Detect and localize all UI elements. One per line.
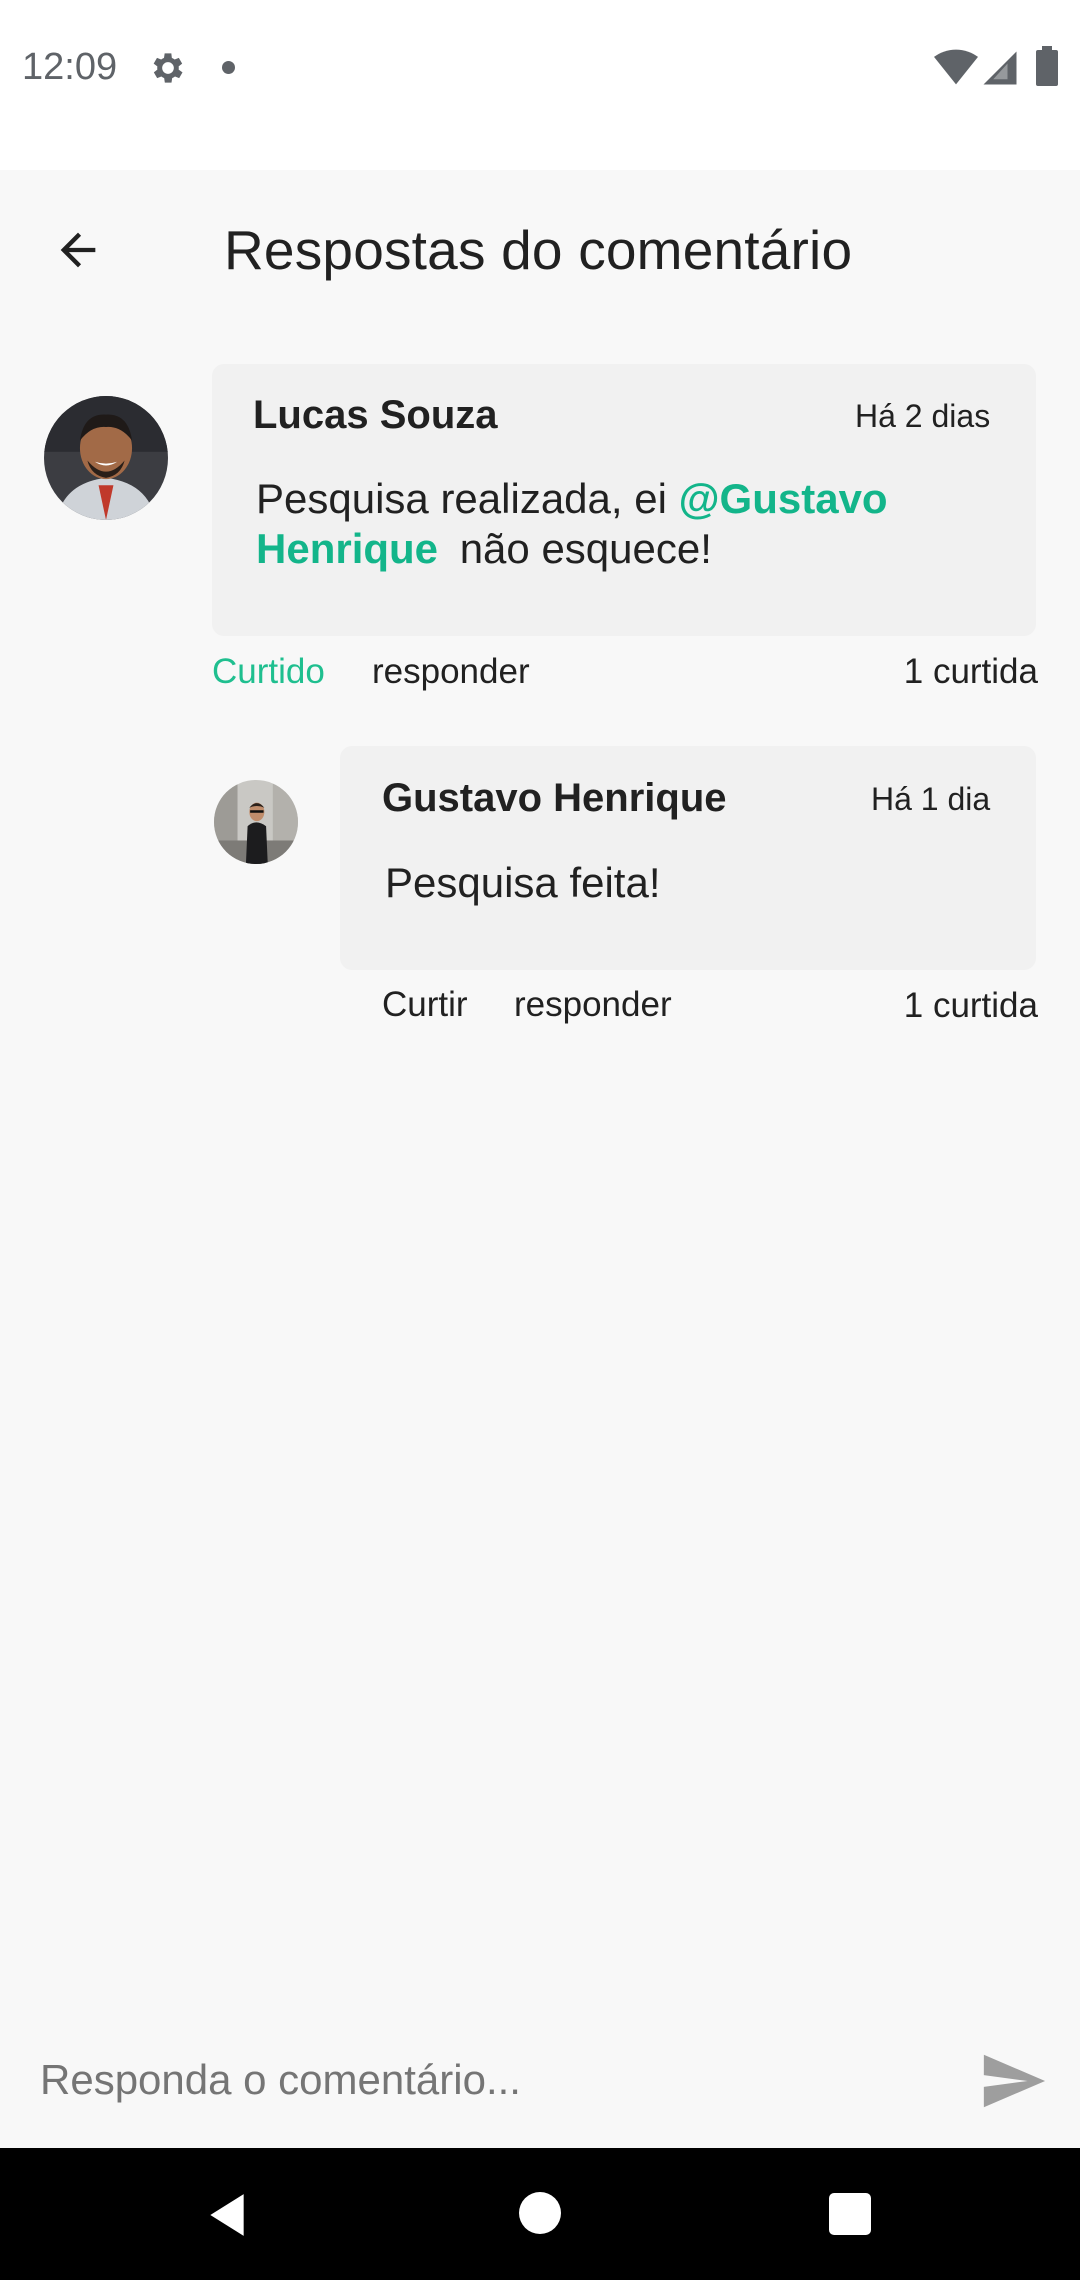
comment-likes-count: 1 curtida bbox=[903, 652, 1038, 691]
page-title: Respostas do comentário bbox=[224, 219, 853, 281]
reply-like-button[interactable]: Curtir bbox=[382, 985, 468, 1025]
avatar-lucas[interactable] bbox=[44, 396, 168, 520]
reply-time: Há 1 dia bbox=[871, 781, 991, 817]
send-button[interactable] bbox=[978, 2046, 1048, 2116]
reply-text: Pesquisa feita! bbox=[385, 859, 661, 906]
nav-back-icon[interactable] bbox=[202, 2190, 252, 2240]
avatar-gustavo[interactable] bbox=[214, 780, 298, 864]
send-icon bbox=[983, 2054, 1046, 2108]
person-photo-icon bbox=[214, 780, 298, 864]
comment-text-before: Pesquisa realizada, ei bbox=[256, 475, 679, 522]
comment-reply-button[interactable]: responder bbox=[372, 652, 530, 692]
nav-recents-icon[interactable] bbox=[829, 2193, 871, 2235]
reply-input[interactable] bbox=[40, 2050, 940, 2110]
comment-text: Pesquisa realizada, ei @Gustavo Henrique … bbox=[256, 474, 1016, 574]
comment-author: Lucas Souza bbox=[253, 393, 498, 437]
arrow-back-icon bbox=[60, 232, 96, 268]
status-time: 12:09 bbox=[22, 46, 118, 88]
reply-likes-count: 1 curtida bbox=[903, 986, 1038, 1025]
status-bar: 12:09 bbox=[0, 0, 1080, 170]
comment-text-after: não esquece! bbox=[448, 525, 712, 572]
reply-reply-button[interactable]: responder bbox=[514, 985, 672, 1025]
mention-link-continued[interactable]: Henrique bbox=[256, 525, 438, 572]
wifi-icon bbox=[934, 49, 978, 85]
dot-icon bbox=[222, 61, 235, 74]
comment-like-button[interactable]: Curtido bbox=[212, 652, 325, 692]
reply-author: Gustavo Henrique bbox=[382, 776, 727, 820]
gear-icon bbox=[153, 53, 183, 83]
person-photo-icon bbox=[44, 396, 168, 520]
nav-home-icon[interactable] bbox=[519, 2192, 561, 2234]
back-button[interactable] bbox=[40, 212, 116, 288]
battery-icon bbox=[1036, 46, 1058, 86]
signal-icon bbox=[983, 51, 1017, 85]
comment-time: Há 2 dias bbox=[855, 398, 991, 434]
mention-link[interactable]: @Gustavo bbox=[679, 475, 888, 522]
